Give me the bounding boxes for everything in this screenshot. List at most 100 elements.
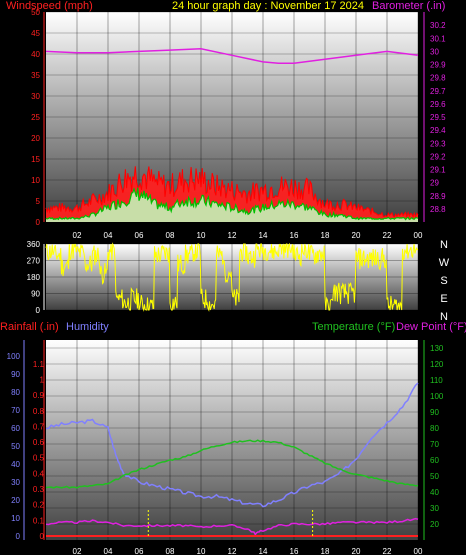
temp-x-tick-label: 16 [290, 547, 299, 555]
barometer-y-tick-label: 29.7 [430, 87, 446, 96]
barometer-y-tick-label: 29.9 [430, 61, 446, 70]
compass-label: N [440, 311, 448, 320]
rainfall-y-tick-label: 0.8 [33, 407, 45, 416]
compass-label: E [440, 293, 447, 305]
wind-y-tick-label: 5 [36, 197, 41, 206]
temp-x-tick-label: 22 [383, 547, 392, 555]
wind-x-tick-label: 16 [290, 231, 299, 240]
wind-y-tick-label: 30 [31, 92, 40, 101]
temp-y-tick-label: 70 [430, 440, 439, 449]
wind-y-tick-label: 0 [36, 218, 41, 227]
wind-x-tick-label: 00 [414, 231, 423, 240]
barometer-y-tick-label: 30 [430, 47, 439, 56]
humidity-y-tick-label: 60 [11, 424, 20, 433]
temp-x-tick-label: 10 [197, 547, 206, 555]
legend-label: Rainfall (.in) [0, 321, 59, 333]
rainfall-y-tick-label: 0.1 [33, 516, 45, 525]
compass-label: N [440, 240, 448, 251]
weather-graph-page: Windspeed (mph) 24 hour graph day : Nove… [0, 0, 466, 555]
wind-x-tick-label: 18 [321, 231, 330, 240]
rainfall-y-tick-label: 0.3 [33, 485, 45, 494]
wind-y-tick-label: 35 [31, 71, 40, 80]
barometer-y-tick-label: 28.8 [430, 205, 446, 214]
direction-y-tick-label: 270 [27, 257, 41, 266]
wind-x-tick-label: 10 [197, 231, 206, 240]
wind-y-tick-label: 10 [31, 176, 40, 185]
rainfall-y-tick-label: 0.7 [33, 422, 45, 431]
wind-x-tick-label: 04 [104, 231, 113, 240]
humidity-y-tick-label: 50 [11, 442, 20, 451]
direction-y-tick-label: 180 [27, 273, 41, 282]
wind-y-tick-label: 25 [31, 113, 40, 122]
temp-y-tick-label: 120 [430, 360, 444, 369]
temp-y-tick-label: 100 [430, 392, 444, 401]
wind-y-tick-label: 15 [31, 155, 40, 164]
rainfall-y-tick-label: 0.9 [33, 391, 45, 400]
direction-y-tick-label: 0 [36, 306, 41, 315]
humidity-y-tick-label: 20 [11, 496, 20, 505]
temp-x-tick-label: 12 [228, 547, 237, 555]
temp-x-tick-label: 18 [321, 547, 330, 555]
wind-x-tick-label: 02 [73, 231, 82, 240]
humidity-y-tick-label: 90 [11, 370, 20, 379]
humidity-y-tick-label: 0 [16, 532, 21, 541]
humidity-y-tick-label: 80 [11, 388, 20, 397]
rainfall-y-tick-label: 0.6 [33, 438, 45, 447]
humidity-y-tick-label: 70 [11, 406, 20, 415]
barometer-y-tick-label: 29.4 [430, 126, 446, 135]
wind-y-tick-label: 45 [31, 29, 40, 38]
temp-y-tick-label: 50 [430, 472, 439, 481]
temp-y-tick-label: 80 [430, 424, 439, 433]
humidity-y-tick-label: 40 [11, 460, 20, 469]
direction-y-tick-label: 360 [27, 240, 41, 249]
barometer-y-tick-label: 30.1 [430, 34, 446, 43]
wind-x-tick-label: 22 [383, 231, 392, 240]
temp-x-tick-label: 08 [166, 547, 175, 555]
temp-x-tick-label: 00 [414, 547, 423, 555]
barometer-y-tick-label: 29 [430, 179, 439, 188]
temp-x-tick-label: 06 [135, 547, 144, 555]
barometer-y-tick-label: 29.8 [430, 74, 446, 83]
temp-y-tick-label: 60 [430, 456, 439, 465]
wind-x-tick-label: 08 [166, 231, 175, 240]
wind-y-tick-label: 40 [31, 50, 40, 59]
direction-y-tick-label: 90 [31, 290, 40, 299]
wind-y-tick-label: 20 [31, 134, 40, 143]
barometer-y-tick-label: 29.3 [430, 139, 446, 148]
legend-label: Humidity [66, 321, 109, 333]
wind-direction-chart: 090180270360 NWSEN [27, 240, 450, 320]
legend-label: Temperature (°F) [312, 321, 395, 333]
temp-y-tick-label: 130 [430, 344, 444, 353]
rainfall-y-tick-label: 1.1 [33, 360, 45, 369]
temp-x-tick-label: 04 [104, 547, 113, 555]
temp-x-tick-label: 02 [73, 547, 82, 555]
wind-x-tick-label: 20 [352, 231, 361, 240]
rainfall-y-tick-label: 0.2 [33, 501, 45, 510]
temperature-humidity-chart: Rainfall (.in) Humidity Temperature (°F) De… [0, 321, 466, 555]
temp-y-tick-label: 30 [430, 504, 439, 513]
rainfall-y-tick-label: 0.5 [33, 454, 45, 463]
wind-x-tick-label: 06 [135, 231, 144, 240]
wind-x-tick-label: 14 [259, 231, 268, 240]
barometer-y-tick-label: 29.1 [430, 166, 446, 175]
temp-y-tick-label: 40 [430, 488, 439, 497]
barometer-y-tick-label: 30.2 [430, 21, 446, 30]
temp-x-tick-label: 20 [352, 547, 361, 555]
barometer-y-tick-label: 28.9 [430, 192, 446, 201]
humidity-y-tick-label: 100 [7, 352, 21, 361]
temp-x-tick-label: 14 [259, 547, 268, 555]
compass-label: W [439, 257, 450, 269]
rainfall-y-tick-label: 0.4 [33, 469, 45, 478]
temp-y-tick-label: 90 [430, 408, 439, 417]
barometer-y-tick-label: 29.5 [430, 113, 446, 122]
humidity-y-tick-label: 10 [11, 514, 20, 523]
temp-y-tick-label: 20 [430, 520, 439, 529]
wind-x-tick-label: 12 [228, 231, 237, 240]
wind-y-tick-label: 50 [31, 8, 40, 17]
temp-y-tick-label: 110 [430, 376, 443, 385]
compass-label: S [440, 275, 447, 287]
barometer-y-tick-label: 29.2 [430, 152, 446, 161]
legend-label: Dew Point (°F) [396, 321, 466, 333]
barometer-y-tick-label: 29.6 [430, 100, 446, 109]
windspeed-barometer-chart: 0 5 10 15 20 25 30 35 40 45 50 28.8 28.9 29 29.1 29.2 29… [31, 8, 446, 240]
